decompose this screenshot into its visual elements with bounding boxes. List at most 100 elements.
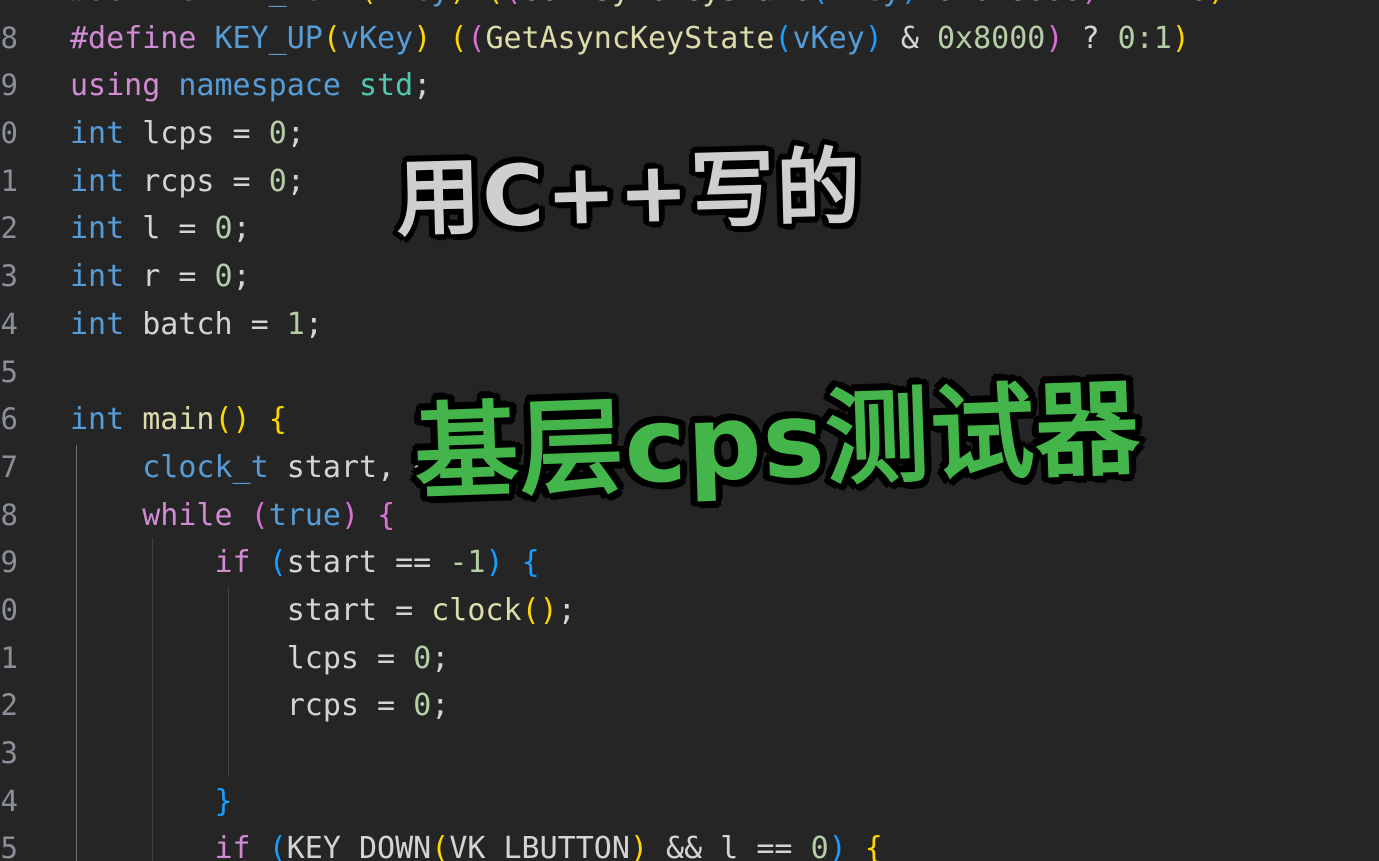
token-getasynckeystate: GetAsyncKeyState bbox=[485, 20, 775, 56]
token-true: true bbox=[268, 497, 341, 533]
line-number: 33 bbox=[0, 736, 18, 770]
token-l: l bbox=[142, 211, 161, 247]
token-int: int bbox=[70, 116, 125, 152]
bracket-close: ) bbox=[449, 0, 467, 8]
token-using: using bbox=[70, 68, 161, 104]
bracket-close: ) bbox=[413, 20, 432, 56]
line-number: 18 bbox=[0, 20, 18, 55]
token-hex-mask: 0x8000 bbox=[936, 20, 1046, 56]
screen-root: 17 #define KEY_DOWN(vKey) ((GetAsyncKeyS… bbox=[0, 0, 1379, 861]
token-vkey: vKey bbox=[377, 0, 449, 8]
token-start: start bbox=[286, 449, 378, 485]
brace-open: { bbox=[864, 831, 883, 861]
line-number: 24 bbox=[0, 306, 18, 341]
line-number: 35 bbox=[0, 831, 18, 861]
line-content: int l = 0; bbox=[70, 211, 251, 247]
token-key-down-macro: KEY_DOWN bbox=[215, 0, 360, 8]
line-content: while (true) { bbox=[142, 497, 396, 533]
line-number: 31 bbox=[0, 640, 18, 675]
token-start: start bbox=[286, 592, 378, 628]
line-content: int batch = 1; bbox=[70, 306, 323, 342]
line-content: int lcps = 0; bbox=[70, 116, 305, 152]
token-int: int bbox=[70, 163, 125, 199]
token-key-down-macro: KEY_DOWN bbox=[286, 831, 432, 861]
code-line[interactable]: 34 } bbox=[0, 778, 1379, 826]
code-line[interactable]: 25 bbox=[0, 349, 1379, 397]
line-content: rcps = 0; bbox=[286, 688, 450, 724]
token-clock: clock bbox=[431, 592, 522, 628]
line-number: 28 bbox=[0, 497, 18, 532]
bracket-open: ( bbox=[359, 0, 377, 8]
code-line[interactable]: 20 int lcps = 0; bbox=[0, 110, 1379, 158]
line-content: if (start == -1) { bbox=[214, 545, 540, 581]
token-int: int bbox=[70, 211, 125, 247]
indent-guide-level-2 bbox=[152, 538, 153, 861]
token-end: end bbox=[413, 449, 468, 485]
token-hex-mask: 0x8000 bbox=[973, 0, 1081, 8]
code-line[interactable]: 35 if (KEY_DOWN(VK_LBUTTON) && l == 0) { bbox=[0, 825, 1379, 861]
line-number: 20 bbox=[0, 116, 18, 151]
code-line[interactable]: 17 #define KEY_DOWN(vKey) ((GetAsyncKeyS… bbox=[0, 0, 1379, 15]
token-getasynckeystate: GetAsyncKeyState bbox=[522, 0, 811, 8]
code-line[interactable]: 29 if (start == -1) { bbox=[0, 539, 1379, 587]
token-rcps: rcps bbox=[142, 163, 215, 199]
code-line[interactable]: 21 int rcps = 0; bbox=[0, 158, 1379, 206]
token-define: #define bbox=[70, 20, 197, 56]
token-std: std bbox=[359, 68, 414, 104]
code-line[interactable]: 30 start = clock(); bbox=[0, 587, 1379, 635]
brace-open: { bbox=[377, 497, 396, 533]
line-number: 32 bbox=[0, 688, 18, 723]
token-int: int bbox=[70, 259, 125, 295]
line-number: 26 bbox=[0, 402, 18, 437]
code-line[interactable]: 23 int r = 0; bbox=[0, 253, 1379, 301]
code-area[interactable]: 17 #define KEY_DOWN(vKey) ((GetAsyncKeyS… bbox=[0, 0, 1379, 861]
token-rcps: rcps bbox=[286, 688, 359, 724]
token-while: while bbox=[142, 497, 233, 533]
code-line[interactable]: 18 #define KEY_UP(vKey) ((GetAsyncKeySta… bbox=[0, 15, 1379, 63]
code-line[interactable]: 31 lcps = 0; bbox=[0, 635, 1379, 683]
token-minus-one: -1 bbox=[449, 545, 486, 581]
code-line[interactable]: 26 int main() { bbox=[0, 396, 1379, 444]
code-line[interactable]: 28 while (true) { bbox=[0, 492, 1379, 540]
line-number: 19 bbox=[0, 68, 18, 103]
code-editor[interactable]: 17 #define KEY_DOWN(vKey) ((GetAsyncKeyS… bbox=[0, 0, 1379, 861]
token-lcps: lcps bbox=[142, 116, 215, 152]
code-line[interactable]: 27 clock_t start, end; bbox=[0, 444, 1379, 492]
line-number: 22 bbox=[0, 211, 18, 246]
brace-open: { bbox=[521, 545, 540, 581]
line-content: #define KEY_UP(vKey) ((GetAsyncKeyState(… bbox=[70, 20, 1190, 56]
code-line[interactable]: 24 int batch = 1; bbox=[0, 301, 1379, 349]
code-line[interactable]: 19 using namespace std; bbox=[0, 62, 1379, 110]
code-line[interactable]: 33 bbox=[0, 730, 1379, 778]
indent-guide-level-3 bbox=[228, 586, 229, 776]
line-number: 29 bbox=[0, 545, 18, 580]
line-number: 27 bbox=[0, 449, 18, 484]
token-if: if bbox=[214, 545, 251, 581]
line-number: 23 bbox=[0, 259, 18, 294]
token-vkey: vKey bbox=[340, 20, 414, 56]
token-key-up-macro: KEY_UP bbox=[214, 20, 323, 56]
line-content: if (KEY_DOWN(VK_LBUTTON) && l == 0) { bbox=[70, 825, 883, 861]
token-int: int bbox=[70, 402, 125, 438]
line-number: 34 bbox=[0, 783, 18, 818]
token-start: start bbox=[286, 545, 378, 581]
line-content: int main() { bbox=[70, 402, 287, 438]
code-line[interactable]: 22 int l = 0; bbox=[0, 205, 1379, 253]
line-content: int r = 0; bbox=[70, 259, 251, 295]
line-content: #define KEY_DOWN(vKey) ((GetAsyncKeyStat… bbox=[70, 0, 1226, 15]
token-define: #define bbox=[70, 0, 196, 8]
token-r: r bbox=[142, 259, 161, 295]
line-number: 17 bbox=[0, 0, 18, 15]
line-content: lcps = 0; bbox=[286, 640, 450, 676]
line-number: 21 bbox=[0, 163, 18, 198]
token-clock-t: clock_t bbox=[142, 449, 269, 485]
line-content: using namespace std; bbox=[70, 68, 432, 104]
token-if: if bbox=[214, 831, 251, 861]
token-batch: batch bbox=[142, 306, 233, 342]
token-namespace: namespace bbox=[178, 68, 341, 104]
token-lcps: lcps bbox=[286, 640, 359, 676]
bracket-open: ( bbox=[322, 20, 341, 56]
token-int: int bbox=[70, 306, 125, 342]
code-line[interactable]: 32 rcps = 0; bbox=[0, 682, 1379, 730]
line-content: int rcps = 0; bbox=[70, 163, 305, 199]
